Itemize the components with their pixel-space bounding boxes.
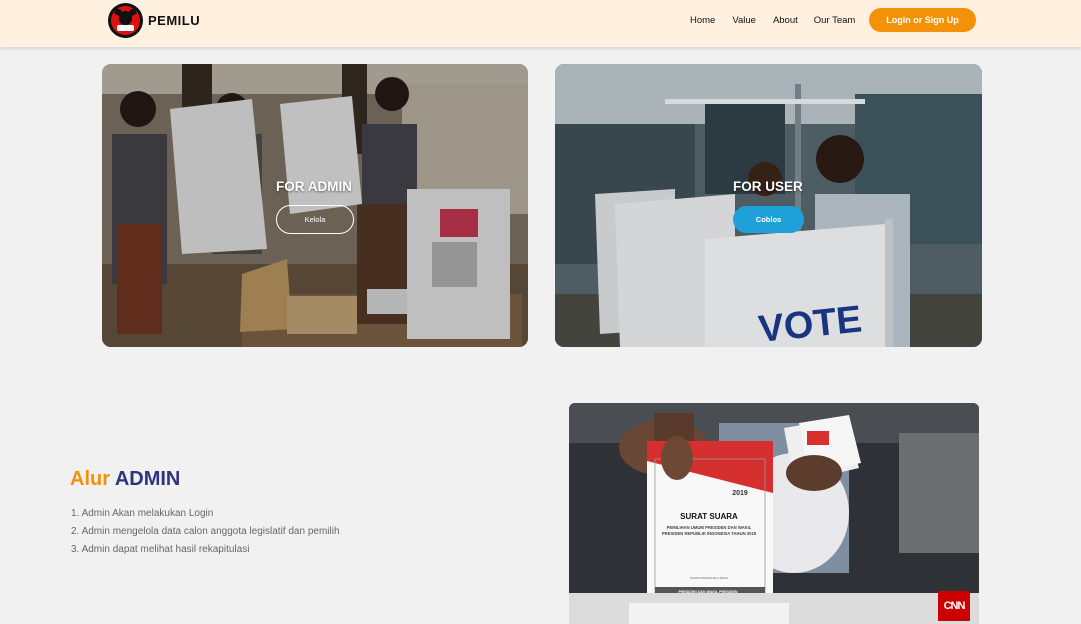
cnn-logo-icon: CNN	[938, 591, 970, 621]
ballot-authority: KOMISI PEMILIHAN UMUM	[690, 576, 728, 580]
brand[interactable]: PEMILU	[108, 3, 200, 38]
alur-word: Alur	[70, 468, 110, 490]
user-card-title: FOR USER	[733, 179, 803, 194]
coblos-button[interactable]: Coblos	[733, 206, 804, 233]
alur-step: 1. Admin Akan melakukan Login	[71, 508, 214, 519]
ballot-footer: PRESIDEN DAN WAKIL PRESIDEN	[678, 590, 738, 594]
brand-name: PEMILU	[148, 13, 201, 28]
nav-link-about[interactable]: About	[773, 15, 798, 26]
admin-word: ADMIN	[114, 468, 181, 490]
alur-steps-list: 1. Admin Akan melakukan Login 2. Admin m…	[71, 505, 340, 559]
alur-step: 2. Admin mengelola data calon anggota le…	[71, 526, 340, 537]
user-card: VOTE FOR USER Coblos	[555, 64, 982, 347]
alur-step: 3. Admin dapat melihat hasil rekapitulas…	[71, 544, 250, 555]
admin-card-title: FOR ADMIN	[276, 179, 352, 194]
kelola-button[interactable]: Kelola	[276, 205, 354, 234]
nav-link-home[interactable]: Home	[690, 15, 715, 26]
ballot-photo: 2019 SURAT SUARA PEMILIHAN UMUM PRESIDEN…	[569, 403, 979, 624]
ballot-title: SURAT SUARA	[680, 512, 738, 521]
navbar: PEMILU Home Value About Our Team Login o…	[0, 0, 1081, 47]
nav-links: Home Value About Our Team	[690, 0, 872, 40]
nav-link-our-team[interactable]: Our Team	[814, 15, 856, 26]
pemilu-logo-icon	[108, 3, 143, 38]
alur-admin-heading: Alur ADMIN	[70, 468, 180, 491]
ballot-subtitle: PEMILIHAN UMUM PRESIDEN DAN WAKIL PRESID…	[661, 525, 757, 536]
admin-card: FOR ADMIN Kelola	[102, 64, 528, 347]
login-signup-button[interactable]: Login or Sign Up	[869, 8, 976, 32]
nav-link-value[interactable]: Value	[732, 15, 756, 26]
ballot-year: 2019	[732, 490, 748, 497]
